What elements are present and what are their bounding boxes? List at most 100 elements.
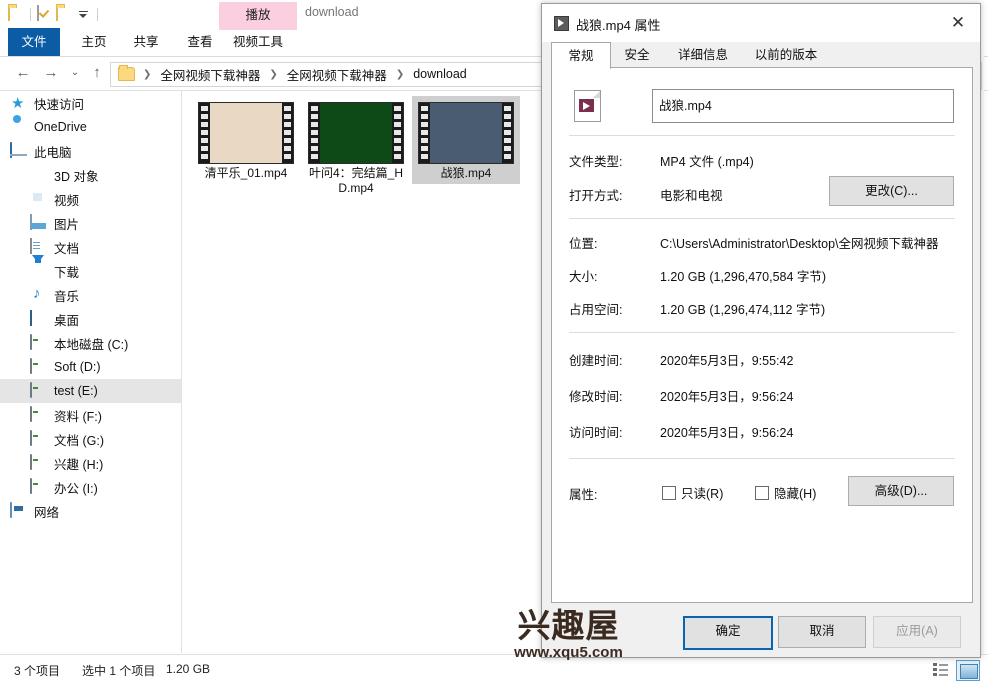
large-icons-view-button[interactable]	[956, 660, 980, 681]
status-bar: 3 个项目 选中 1 个项目 1.20 GB	[0, 654, 988, 684]
sidebar-item-8[interactable]: 音乐	[0, 283, 181, 307]
cancel-button[interactable]: 取消	[778, 616, 866, 648]
recent-locations-button[interactable]: ⌄	[66, 64, 84, 82]
breadcrumb: ❯ 全网视频下载神器 ❯ 全网视频下载神器 ❯ download	[118, 65, 470, 83]
close-icon[interactable]: ✕	[936, 4, 980, 42]
file-tile-0[interactable]: 清平乐_01.mp4	[192, 96, 300, 184]
readonly-checkbox[interactable]: 只读(R)	[662, 483, 723, 502]
file-tile-2[interactable]: 战狼.mp4	[412, 96, 520, 184]
sidebar-item-13[interactable]: 资料 (F:)	[0, 403, 181, 427]
drive-icon	[30, 381, 47, 400]
apply-button: 应用(A)	[873, 616, 961, 648]
checkbox-icon-readonly[interactable]	[662, 485, 676, 500]
ribbon-tab-video-tools[interactable]: 视频工具	[219, 28, 297, 56]
video-file-icon	[554, 16, 569, 31]
tab-security[interactable]: 安全	[611, 42, 663, 68]
sidebar-item-label: OneDrive	[34, 120, 87, 134]
forward-button[interactable]: →	[42, 64, 60, 82]
ok-button[interactable]: 确定	[683, 616, 773, 650]
documents-icon	[30, 237, 47, 256]
sidebar-item-14[interactable]: 文档 (G:)	[0, 427, 181, 451]
ribbon-tab-share[interactable]: 共享	[120, 28, 172, 56]
tab-details[interactable]: 详细信息	[665, 42, 741, 68]
this-pc-icon	[10, 141, 27, 160]
drive-icon	[30, 429, 47, 448]
status-item-count: 3 个项目	[14, 664, 61, 678]
change-button[interactable]: 更改(C)...	[829, 176, 954, 206]
sidebar-item-label: 视频	[54, 193, 80, 208]
sidebar-item-label: 网络	[34, 505, 60, 520]
tab-general[interactable]: 常规	[551, 42, 611, 69]
tab-previous-versions[interactable]: 以前的版本	[743, 42, 829, 68]
breadcrumb-item-1[interactable]: 全网视频下载神器	[284, 65, 390, 84]
properties-checkbox-icon[interactable]	[37, 5, 53, 22]
drive-icon	[30, 477, 47, 496]
contextual-tab-underline	[219, 28, 297, 30]
attributes-label: 属性:	[569, 488, 598, 502]
folder-icon[interactable]	[8, 5, 24, 22]
sidebar-item-2[interactable]: 此电脑	[0, 139, 181, 163]
breadcrumb-separator-1: ❯	[269, 68, 278, 80]
divider-3	[569, 332, 955, 333]
file-tile-label: 叶问4：完结篇_HD.mp4	[308, 166, 403, 195]
field-value-filetype: MP4 文件 (.mp4)	[660, 155, 754, 169]
sidebar-item-label: Soft (D:)	[54, 360, 101, 374]
sidebar-item-label: 此电脑	[34, 145, 72, 160]
field-value-opens-with: 电影和电视	[660, 189, 723, 203]
sidebar-item-11[interactable]: Soft (D:)	[0, 355, 181, 379]
network-icon	[10, 501, 27, 520]
ribbon-tab-file[interactable]: 文件	[8, 28, 60, 56]
sidebar-item-15[interactable]: 兴趣 (H:)	[0, 451, 181, 475]
properties-dialog: 战狼.mp4 属性 ✕ 常规 安全 详细信息 以前的版本 战狼.mp4 文件类型…	[541, 3, 981, 658]
drive-icon	[30, 453, 47, 472]
sidebar-item-label: 快速访问	[34, 97, 85, 112]
ribbon-tab-home[interactable]: 主页	[68, 28, 120, 56]
advanced-button[interactable]: 高级(D)...	[848, 476, 954, 506]
sidebar-item-12[interactable]: test (E:)	[0, 379, 181, 403]
up-button[interactable]: ↑	[88, 64, 106, 82]
sidebar-item-17[interactable]: 网络	[0, 499, 181, 523]
3d-objects-icon	[30, 167, 47, 184]
star-icon: ★	[11, 94, 25, 112]
sidebar-item-label: 文档 (G:)	[54, 433, 104, 448]
sidebar-item-5[interactable]: 图片	[0, 211, 181, 235]
drive-icon	[30, 405, 47, 424]
desktop-icon	[30, 309, 47, 328]
downloads-icon	[30, 254, 47, 280]
filename-input[interactable]: 战狼.mp4	[652, 89, 954, 123]
details-view-button[interactable]	[930, 660, 952, 679]
sidebar-item-7[interactable]: 下载	[0, 254, 181, 283]
file-thumbnail	[198, 102, 294, 164]
breadcrumb-item-2[interactable]: download	[410, 67, 470, 81]
sidebar-item-label: 办公 (I:)	[54, 481, 98, 496]
file-thumbnail	[308, 102, 404, 164]
breadcrumb-item-0[interactable]: 全网视频下载神器	[157, 65, 263, 84]
sidebar-item-9[interactable]: 桌面	[0, 307, 181, 331]
file-tile-1[interactable]: 叶问4：完结篇_HD.mp4	[302, 96, 410, 199]
field-label-created: 创建时间:	[569, 354, 623, 368]
file-type-icon	[574, 90, 601, 122]
music-icon	[30, 287, 47, 304]
quick-access-toolbar	[8, 4, 101, 24]
contextual-tab-play[interactable]: 播放	[219, 2, 297, 28]
field-value-size: 1.20 GB (1,296,470,584 字节)	[660, 270, 827, 284]
sidebar-item-label: 本地磁盘 (C:)	[54, 337, 129, 352]
customize-dropdown-icon[interactable]	[75, 6, 91, 22]
navigation-pane[interactable]: ★ 快速访问 OneDrive 此电脑 3D 对象视频图片 文档 下载 音乐 桌面本地磁盘 (C…	[0, 91, 181, 653]
divider-2	[569, 218, 955, 219]
sidebar-item-10[interactable]: 本地磁盘 (C:)	[0, 331, 181, 355]
sidebar-item-4[interactable]: 视频	[0, 187, 181, 211]
new-folder-icon[interactable]	[56, 5, 72, 22]
window-title: download	[305, 5, 359, 19]
sidebar-item-0[interactable]: ★ 快速访问	[0, 91, 181, 115]
checkbox-icon-hidden[interactable]	[755, 485, 769, 500]
breadcrumb-folder-icon[interactable]	[118, 65, 135, 81]
large-icons-view-icon	[960, 664, 978, 679]
sidebar-item-6[interactable]: 文档	[0, 235, 181, 259]
sidebar-item-1[interactable]: OneDrive	[0, 115, 181, 139]
sidebar-item-3[interactable]: 3D 对象	[0, 163, 181, 187]
sidebar-item-16[interactable]: 办公 (I:)	[0, 475, 181, 499]
hidden-checkbox[interactable]: 隐藏(H)	[755, 483, 816, 502]
cloud-icon	[10, 119, 27, 136]
back-button[interactable]: ←	[14, 64, 32, 82]
